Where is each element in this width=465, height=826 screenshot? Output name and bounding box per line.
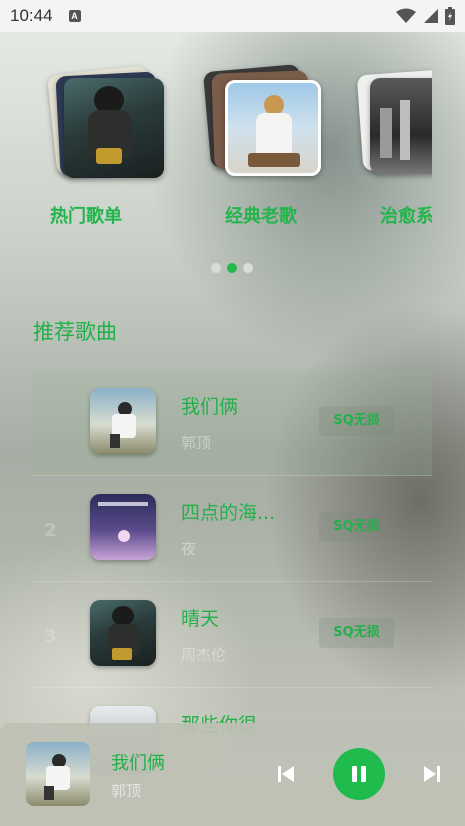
signal-icon: [424, 9, 438, 23]
quality-badge: SQ无损: [319, 406, 394, 436]
playlist-label-healing[interactable]: 治愈系: [380, 202, 432, 228]
page-dot[interactable]: [211, 263, 221, 273]
wifi-icon: [396, 8, 416, 23]
status-icons: [395, 7, 455, 25]
play-pause-button[interactable]: [333, 748, 385, 800]
pause-icon: [352, 766, 366, 782]
section-title: 推荐歌曲: [33, 320, 117, 344]
skip-next-icon: [424, 766, 440, 782]
player-artist: 郭顶: [111, 782, 142, 800]
song-cover: [90, 388, 156, 454]
city-album-cover: [370, 78, 432, 174]
next-button[interactable]: [420, 762, 444, 786]
player-song-title: 我们俩: [111, 753, 165, 774]
song-rank: 3: [44, 626, 57, 647]
playlist-cover-stack: [356, 60, 432, 180]
playlist-cover-stack: [202, 60, 325, 180]
playlist-card-classic[interactable]: 经典老歌: [202, 60, 345, 227]
playlist-card-hot[interactable]: 热门歌单: [47, 60, 190, 227]
mini-player[interactable]: 我们俩 郭顶: [0, 723, 465, 826]
song-title: 晴天: [181, 608, 220, 630]
white-suit-album-cover: [225, 80, 321, 176]
jay-chou-album-cover: [64, 78, 164, 178]
carousel-indicator: [211, 263, 253, 273]
playlist-carousel[interactable]: 热门歌单 经典老歌 治愈系: [0, 60, 432, 240]
quality-badge: SQ无损: [319, 512, 394, 542]
status-bar: 10:44 A: [0, 0, 465, 32]
song-artist: 周杰伦: [181, 646, 227, 664]
song-artist: 夜: [181, 540, 197, 558]
a-letter-icon: A: [68, 10, 81, 22]
battery-icon: [445, 7, 455, 25]
song-row[interactable]: 2 四点的海... 夜 SQ无损: [32, 476, 432, 582]
player-cover[interactable]: [26, 742, 90, 806]
song-rank: 2: [44, 520, 57, 541]
song-cover: [90, 494, 156, 560]
page-dot[interactable]: [243, 263, 253, 273]
song-row[interactable]: 我们俩 郭顶 SQ无损: [32, 370, 432, 476]
playlist-card-healing[interactable]: 治愈系: [356, 60, 432, 227]
song-row[interactable]: 3 晴天 周杰伦 SQ无损: [32, 582, 432, 688]
playlist-label-classic[interactable]: 经典老歌: [225, 202, 365, 228]
status-time: 10:44: [10, 6, 53, 25]
page-dot-active[interactable]: [227, 263, 237, 273]
song-artist: 郭顶: [181, 434, 212, 452]
previous-button[interactable]: [274, 762, 298, 786]
song-title: 我们俩: [181, 396, 239, 418]
skip-previous-icon: [278, 766, 294, 782]
playlist-label-hot[interactable]: 热门歌单: [50, 202, 190, 228]
song-title: 四点的海...: [181, 502, 276, 524]
song-cover: [90, 600, 156, 666]
playlist-cover-stack: [47, 60, 170, 180]
quality-badge: SQ无损: [319, 618, 394, 648]
